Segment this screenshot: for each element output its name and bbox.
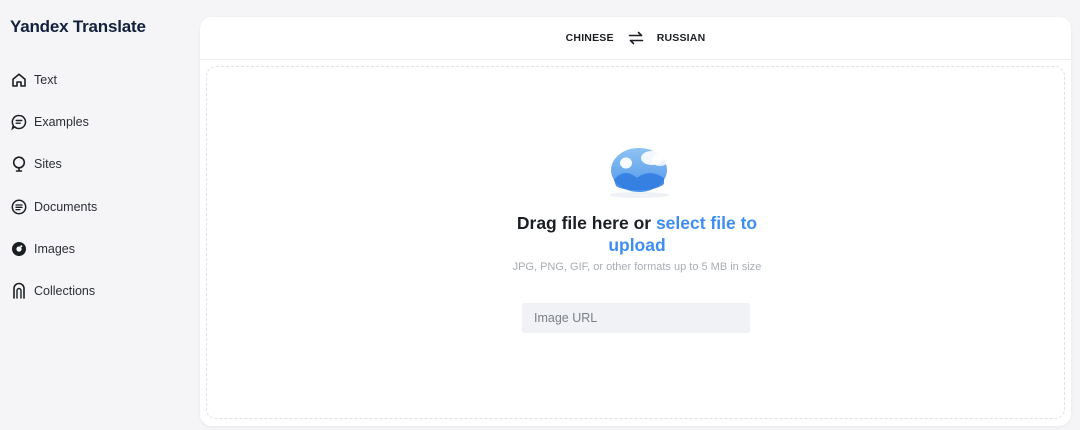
sidebar-item-examples[interactable]: Examples [10, 108, 186, 136]
sidebar-item-label: Text [34, 73, 57, 87]
image-url-input[interactable] [522, 303, 750, 333]
sidebar-item-label: Collections [34, 284, 96, 298]
upload-headline-text: Drag file here or [516, 213, 656, 233]
image-dropzone[interactable]: Drag file here or select file to upload … [206, 66, 1065, 419]
camera-lens-icon [10, 240, 28, 258]
sidebar-item-label: Sites [34, 157, 62, 171]
sidebar-item-label: Images [34, 242, 75, 256]
swap-arrows-icon[interactable] [628, 31, 644, 45]
globe-pin-icon [10, 155, 28, 173]
translator-panel: CHINESE RUSSIAN Drag file here or select… [200, 17, 1071, 426]
image-placeholder-icon [604, 142, 674, 200]
sidebar-item-label: Documents [34, 200, 98, 214]
chat-bubble-icon [10, 113, 28, 131]
sidebar-item-images[interactable]: Images [10, 235, 186, 263]
upload-format-hint: JPG, PNG, GIF, or other formats up to 5 … [512, 261, 762, 273]
target-language-button[interactable]: RUSSIAN [657, 32, 706, 44]
sidebar-item-text[interactable]: Text [10, 66, 186, 94]
sidebar: Yandex Translate Text Examples Sites Doc… [0, 0, 196, 430]
app-logo[interactable]: Yandex Translate [10, 17, 146, 37]
sidebar-item-collections[interactable]: Collections [10, 277, 186, 305]
document-icon [10, 198, 28, 216]
bookmark-icon [10, 282, 28, 300]
home-icon [10, 71, 28, 89]
language-bar: CHINESE RUSSIAN [200, 17, 1071, 60]
sidebar-item-label: Examples [34, 115, 89, 129]
sidebar-item-sites[interactable]: Sites [10, 150, 186, 178]
app-root: Yandex Translate Text Examples Sites Doc… [0, 0, 1080, 430]
upload-headline: Drag file here or select file to upload [507, 212, 767, 256]
source-language-button[interactable]: CHINESE [566, 32, 614, 44]
sidebar-item-documents[interactable]: Documents [10, 193, 186, 221]
